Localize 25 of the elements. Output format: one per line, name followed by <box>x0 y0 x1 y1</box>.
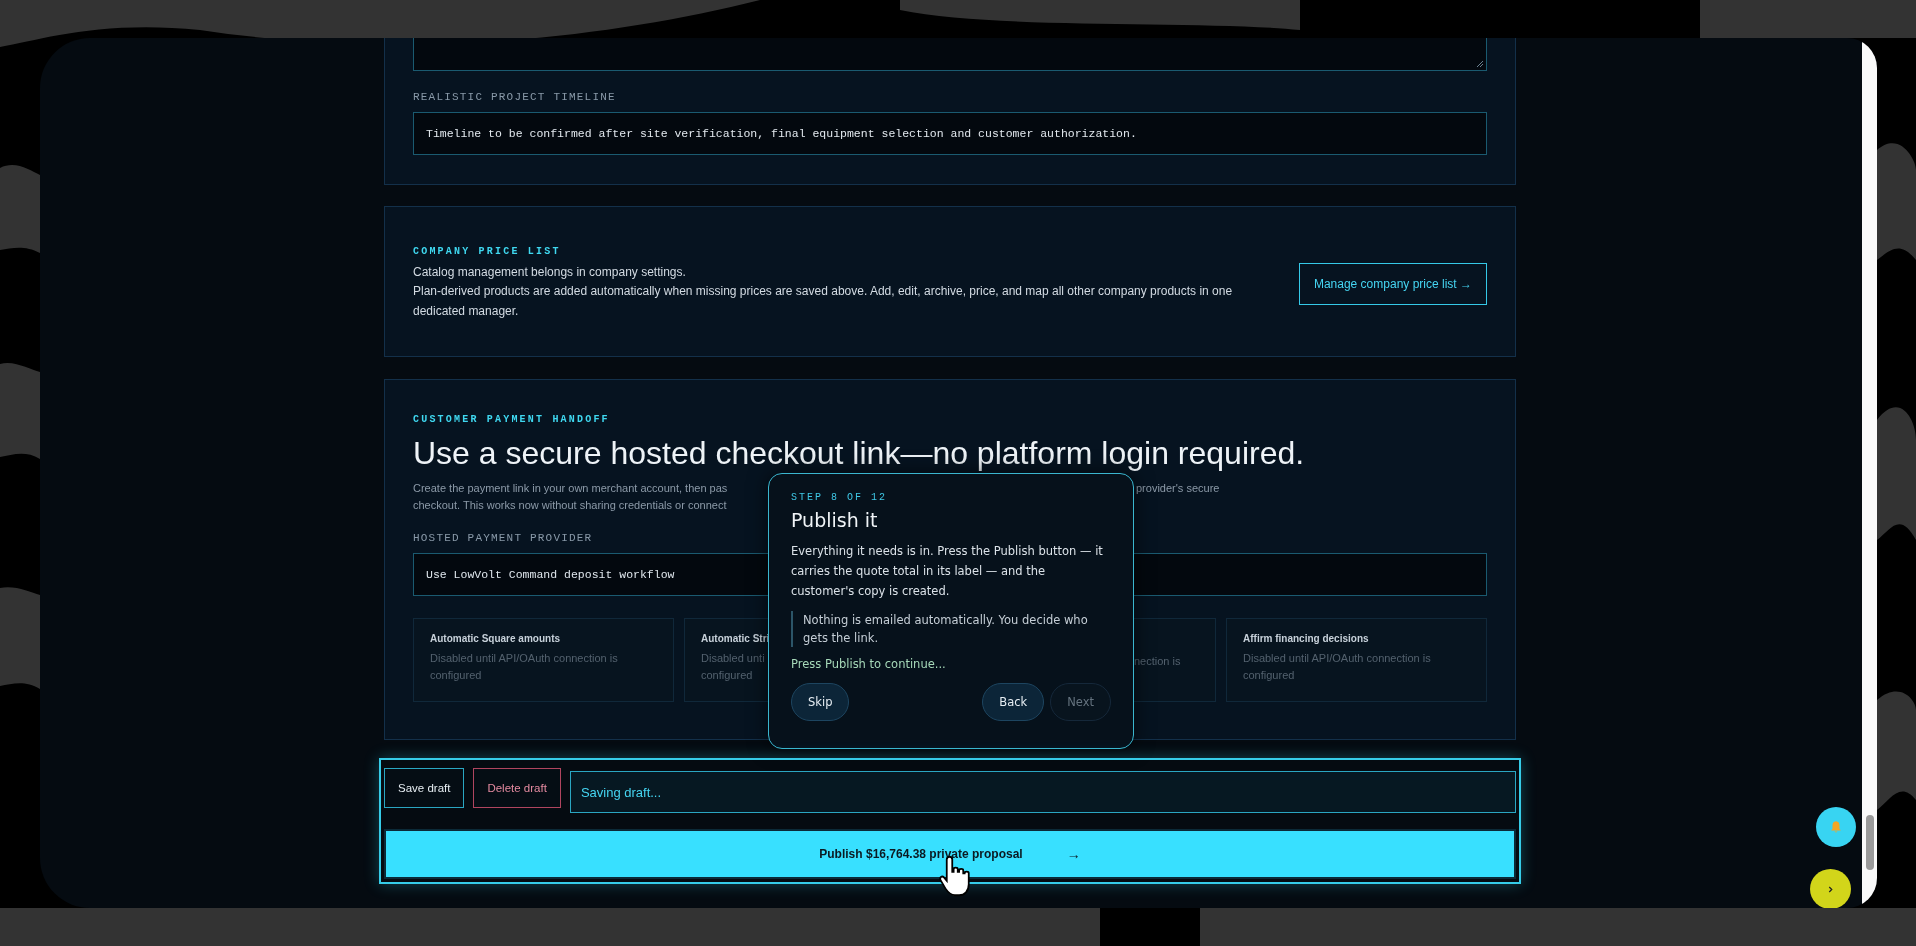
popover-note: Nothing is emailed automatically. You decide who gets the link. <box>791 611 1111 647</box>
section-eyebrow: CUSTOMER PAYMENT HANDOFF <box>413 414 611 425</box>
description-text: Plan-derived products are added automatically when missing prices are saved above. Add, edit, archive, price, and map all other company products in one dedicated manager. <box>413 283 1234 320</box>
intro-text: checkout. This works now without sharing credentials or connect <box>413 498 727 513</box>
field-label: HOSTED PAYMENT PROVIDER <box>413 532 594 544</box>
integration-status: configured <box>430 668 482 683</box>
integration-status: Disabled until API/OAuth connection is <box>430 651 618 666</box>
popover-title: Publish it <box>791 509 879 531</box>
intro-text: provider's secure <box>1136 481 1220 496</box>
integration-title: Affirm financing decisions <box>1243 633 1369 644</box>
description-text: Catalog management belongs in company settings. <box>413 263 687 281</box>
integration-status: nection is <box>1134 654 1181 669</box>
step-counter: STEP 8 OF 12 <box>791 492 888 503</box>
integration-status: configured <box>1243 668 1295 683</box>
integration-status: Disabled until API/OAuth connection is <box>1243 651 1431 666</box>
integration-title: Automatic Square amounts <box>430 633 561 644</box>
section-eyebrow: COMPANY PRICE LIST <box>413 245 562 257</box>
integration-status: configured <box>701 668 753 683</box>
intro-text: Create the payment link in your own merchant account, then pas <box>413 481 728 496</box>
field-label: REALISTIC PROJECT TIMELINE <box>413 91 617 103</box>
integration-status: Disabled unti <box>701 651 765 666</box>
status-message: Saving draft... <box>569 771 1516 813</box>
popover-text: Everything it needs is in. Press the Publish button — it carries the quote total in its label — and the customer's copy is created. <box>791 543 1104 600</box>
section-heading: Use a secure hosted checkout link—no platform login required. <box>413 435 1306 472</box>
popover-prompt: Press Publish to continue... <box>791 657 947 671</box>
